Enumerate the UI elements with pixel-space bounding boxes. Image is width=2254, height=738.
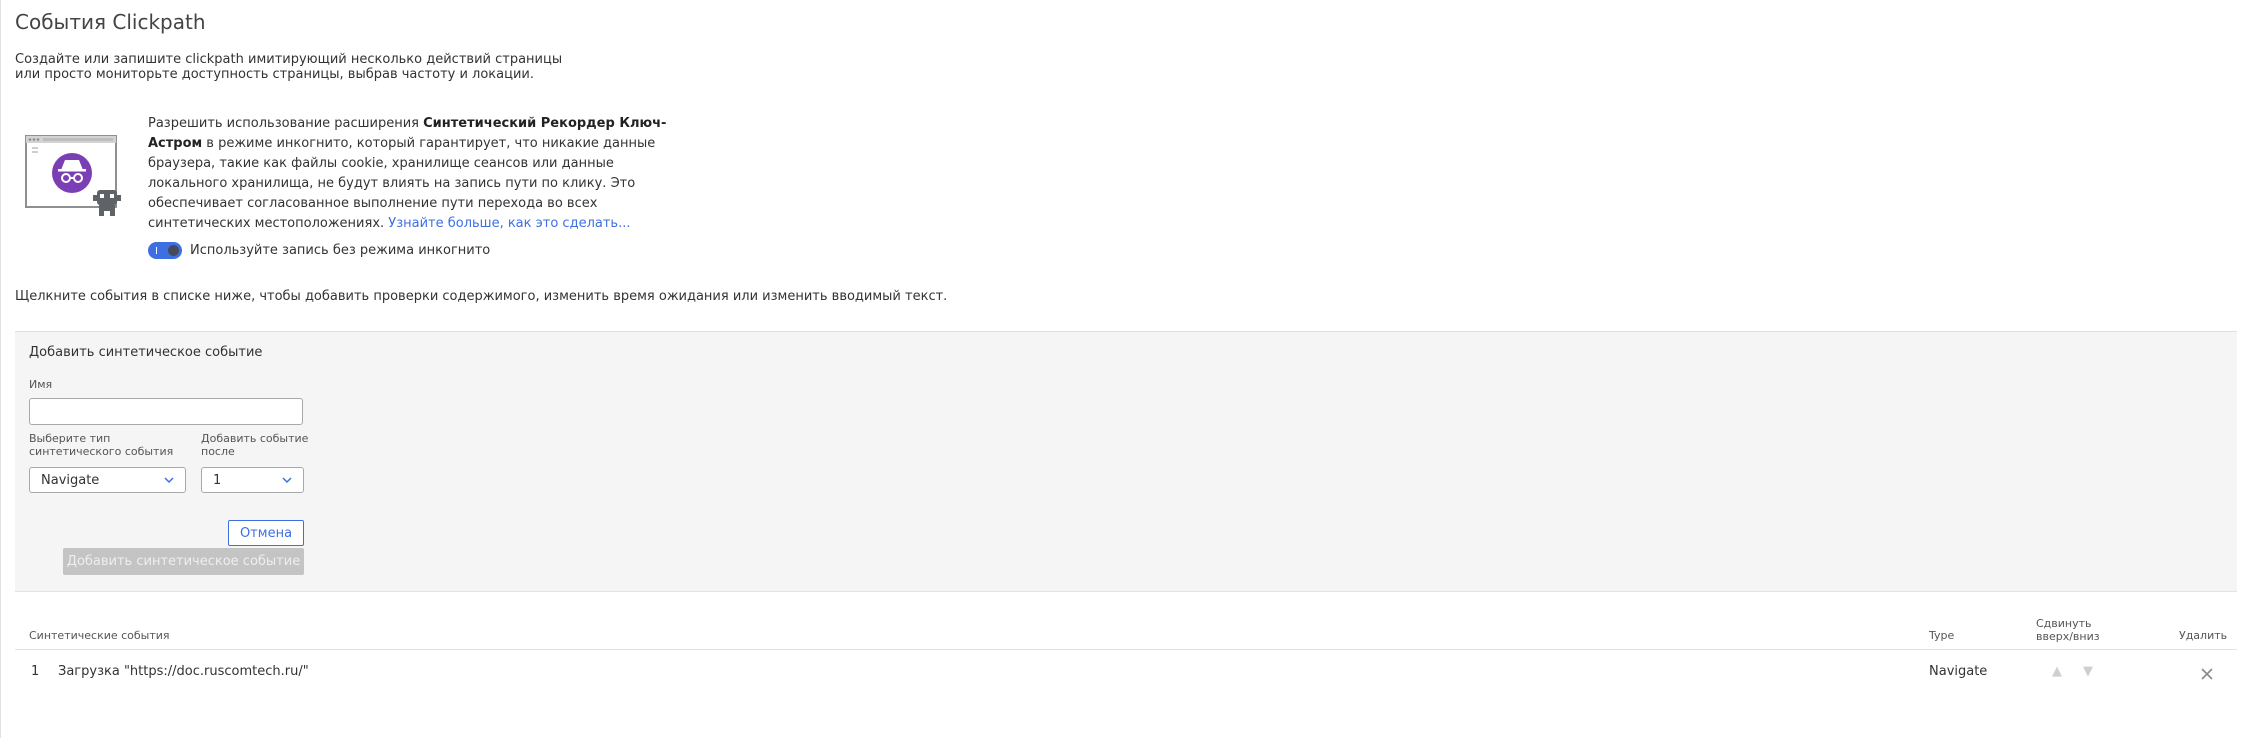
add-event-button: Добавить синтетическое событие <box>63 548 304 575</box>
learn-more-link[interactable]: Узнайте больше, как это сделать... <box>388 216 630 231</box>
event-after-value: 1 <box>213 472 222 488</box>
extension-text-before: Разрешить использование расширения <box>148 116 424 131</box>
event-type-label: Выберите тип синтетического события <box>29 432 174 458</box>
close-icon[interactable] <box>2200 667 2214 681</box>
add-event-panel-title: Добавить синтетическое событие <box>29 345 263 360</box>
extension-description: Разрешить использование расширения Синте… <box>148 114 688 234</box>
incognito-toggle-row: Используйте запись без режима инкогнито <box>148 240 490 260</box>
events-hint: Щелкните события в списке ниже, чтобы до… <box>15 289 948 304</box>
toggle-on-mark <box>156 246 157 254</box>
incognito-robot-icon <box>25 135 121 216</box>
chevron-down-icon <box>282 477 292 484</box>
row-event-name[interactable]: Загрузка "https://doc.ruscomtech.ru/" <box>58 664 309 679</box>
event-type-select[interactable]: Navigate <box>29 467 186 493</box>
col-header-delete: Удалить <box>2179 629 2228 642</box>
event-name-input[interactable] <box>29 398 303 425</box>
incognito-toggle-label: Используйте запись без режима инкогнито <box>190 242 491 258</box>
event-type-value: Navigate <box>41 472 100 488</box>
event-after-select[interactable]: 1 <box>201 467 304 493</box>
move-down-icon[interactable]: ▼ <box>2083 664 2093 679</box>
move-up-icon[interactable]: ▲ <box>2052 664 2062 679</box>
cancel-button[interactable]: Отмена <box>228 520 304 546</box>
left-border <box>0 0 1 738</box>
col-header-events: Синтетические события <box>29 629 170 642</box>
name-label: Имя <box>29 378 53 391</box>
page-intro: Создайте или запишите clickpath имитирую… <box>15 52 563 82</box>
add-event-panel <box>15 331 2237 592</box>
table-header-divider <box>15 649 2237 650</box>
row-index: 1 <box>31 664 40 679</box>
col-header-move: Сдвинуть вверх/вниз <box>2036 617 2100 643</box>
toggle-knob <box>168 244 179 256</box>
col-header-type: Type <box>1929 629 1955 642</box>
row-event-type: Navigate <box>1929 664 1988 679</box>
incognito-toggle[interactable] <box>148 241 182 259</box>
page-title: События Clickpath <box>15 10 206 34</box>
event-after-label: Добавить событие после <box>201 432 309 458</box>
chevron-down-icon <box>164 477 174 484</box>
